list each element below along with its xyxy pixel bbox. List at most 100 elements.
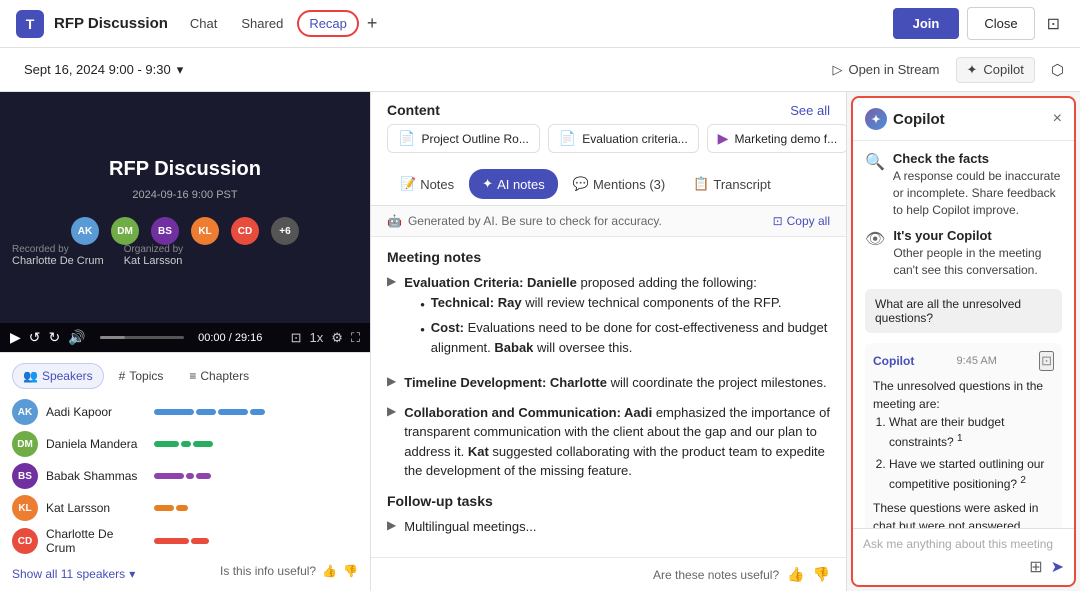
notes-tabs: 📝 Notes ✦ AI notes 💬 Mentions (3) 📋 Tran… xyxy=(371,163,846,206)
avatar: DM xyxy=(12,431,38,457)
avatar: KL xyxy=(12,495,38,521)
tab-chapters[interactable]: ≡ Chapters xyxy=(178,363,260,389)
thumbs-up-notes-button[interactable]: 👍 xyxy=(787,566,804,583)
mentions-icon: 💬 xyxy=(573,176,589,192)
avatar-3: BS xyxy=(151,217,179,245)
fast-forward-button[interactable]: ↻ xyxy=(49,329,61,346)
copy-all-button[interactable]: ⊡ Copy all xyxy=(773,214,830,228)
volume-button[interactable]: 🔊 xyxy=(68,329,85,346)
thumbs-down-notes-button[interactable]: 👎 xyxy=(813,566,830,583)
recorded-by: Recorded by Charlotte De Crum Organized … xyxy=(12,244,183,267)
avatar-5: CD xyxy=(231,217,259,245)
expand-arrow[interactable]: ▶ xyxy=(387,518,396,537)
ai-generated-text: Generated by AI. Be sure to check for ac… xyxy=(408,214,662,228)
response-intro: The unresolved questions in the meeting … xyxy=(873,379,1043,411)
speaker-bars xyxy=(154,441,358,447)
speakers-label: Speakers xyxy=(42,369,93,383)
expand-arrow[interactable]: ▶ xyxy=(387,274,396,363)
progress-bar[interactable] xyxy=(100,336,184,339)
recorded-by-name: Charlotte De Crum xyxy=(12,255,104,267)
top-bar: T RFP Discussion Chat Shared Recap + Joi… xyxy=(0,0,1080,48)
tab-chat[interactable]: Chat xyxy=(180,10,227,37)
date-selector[interactable]: Sept 16, 2024 9:00 - 9:30 ▾ xyxy=(16,58,191,82)
question-button[interactable]: What are all the unresolved questions? xyxy=(865,289,1062,333)
close-copilot-button[interactable]: × xyxy=(1053,110,1062,128)
second-bar-right: ▷ Open in Stream ✦ Copilot ⬡ xyxy=(832,57,1064,83)
show-all-label: Show all 11 speakers xyxy=(12,567,125,581)
share-icon[interactable]: ⬡ xyxy=(1051,61,1064,79)
bullet-text: Technical: Ray will review technical com… xyxy=(431,293,782,315)
avatar: BS xyxy=(12,463,38,489)
send-button[interactable]: ➤ xyxy=(1051,557,1064,577)
file-chip-0[interactable]: 📄 Project Outline Ro... xyxy=(387,124,540,153)
close-button[interactable]: Close xyxy=(967,7,1034,40)
copy-response-button[interactable]: ⊡ xyxy=(1039,351,1054,371)
tab-topics[interactable]: # Topics xyxy=(108,363,175,389)
file-chip-2[interactable]: ▶ Marketing demo f... xyxy=(707,124,846,153)
play-button[interactable]: ▶ xyxy=(10,329,21,346)
stream-label: Open in Stream xyxy=(848,62,939,77)
note-strong: Collaboration and Communication: Aadi xyxy=(404,405,652,420)
expand-arrow[interactable]: ▶ xyxy=(387,374,396,393)
tab-transcript[interactable]: 📋 Transcript xyxy=(680,169,784,199)
copilot-label: Copilot xyxy=(983,62,1023,77)
tab-shared[interactable]: Shared xyxy=(231,10,293,37)
speaker-list: AK Aadi Kapoor DM Daniela Mandera xyxy=(12,399,358,555)
tab-mentions[interactable]: 💬 Mentions (3) xyxy=(560,169,678,199)
grid-icon-button[interactable]: ⊞ xyxy=(1029,557,1042,577)
see-all-button[interactable]: See all xyxy=(790,103,830,118)
tab-speakers[interactable]: 👥 Speakers xyxy=(12,363,104,389)
recorded-by-label: Recorded by xyxy=(12,244,104,255)
check-facts-title: Check the facts xyxy=(893,151,1062,166)
video-title: RFP Discussion xyxy=(109,158,261,181)
video-controls: ▶ ↺ ↻ 🔊 00:00 / 29:16 ⊡ 1x ⚙ ⛶ xyxy=(0,323,370,352)
date-chevron-icon: ▾ xyxy=(177,62,184,78)
fullscreen-icon[interactable]: ⛶ xyxy=(351,330,360,346)
copilot-toggle-button[interactable]: ✦ Copilot xyxy=(956,57,1035,83)
transcript-icon: 📋 xyxy=(693,176,709,192)
tab-notes[interactable]: 📝 Notes xyxy=(387,169,467,199)
avatar-2: DM xyxy=(111,217,139,245)
organized-by-label: Organized by xyxy=(124,244,183,255)
join-button[interactable]: Join xyxy=(893,8,960,39)
thumbs-up-icon[interactable]: 👍 xyxy=(322,564,337,578)
speed-label[interactable]: 1x xyxy=(310,330,324,345)
show-all-speakers-button[interactable]: Show all 11 speakers ▾ xyxy=(12,567,135,581)
speaker-name: Daniela Mandera xyxy=(46,437,146,451)
rewind-button[interactable]: ↺ xyxy=(29,329,41,346)
speakers-icon: 👥 xyxy=(23,369,38,383)
list-item: AK Aadi Kapoor xyxy=(12,399,358,425)
meeting-title: RFP Discussion xyxy=(54,15,168,32)
note-strong: Timeline Development: Charlotte xyxy=(404,375,607,390)
settings-icon[interactable]: ⚙ xyxy=(331,330,343,346)
copilot-input-area: ⊞ ➤ xyxy=(853,528,1074,585)
list-item: DM Daniela Mandera xyxy=(12,431,358,457)
avatar: AK xyxy=(12,399,38,425)
thumbs-down-icon[interactable]: 👎 xyxy=(343,564,358,578)
speaker-name: Kat Larsson xyxy=(46,501,146,515)
top-bar-right: Join Close ⊡ xyxy=(893,7,1064,40)
open-stream-button[interactable]: ▷ Open in Stream xyxy=(832,62,939,78)
note-sub: • Technical: Ray will review technical c… xyxy=(404,293,830,358)
tab-recap[interactable]: Recap xyxy=(297,10,359,37)
followup-title: Follow-up tasks xyxy=(387,493,830,509)
speaker-name: Charlotte De Crum xyxy=(46,527,146,555)
response-followup: These questions were asked in chat but w… xyxy=(873,499,1054,528)
note-body: Timeline Development: Charlotte will coo… xyxy=(404,373,826,393)
caption-icon[interactable]: ⊡ xyxy=(291,330,302,346)
file-chip-1[interactable]: 📄 Evaluation criteria... xyxy=(548,124,699,153)
tab-ai-notes[interactable]: ✦ AI notes xyxy=(469,169,558,199)
video-area: RFP Discussion 2024-09-16 9:00 PST AK DM… xyxy=(0,92,370,323)
ai-notes-bar: 🤖 Generated by AI. Be sure to check for … xyxy=(371,206,846,237)
expand-arrow[interactable]: ▶ xyxy=(387,404,396,481)
copy-all-label: Copy all xyxy=(787,214,830,228)
copilot-input[interactable] xyxy=(863,537,1064,551)
topics-label: Topics xyxy=(129,369,163,383)
add-tab-icon[interactable]: + xyxy=(363,9,382,38)
notes-tab-label: Notes xyxy=(420,177,454,192)
ai-notes-label: AI notes xyxy=(497,177,545,192)
note-body: Evaluation Criteria: Danielle proposed a… xyxy=(404,273,830,363)
list-item: BS Babak Shammas xyxy=(12,463,358,489)
nav-tabs: Chat Shared Recap + xyxy=(180,9,381,38)
more-options-icon[interactable]: ⊡ xyxy=(1043,10,1064,38)
